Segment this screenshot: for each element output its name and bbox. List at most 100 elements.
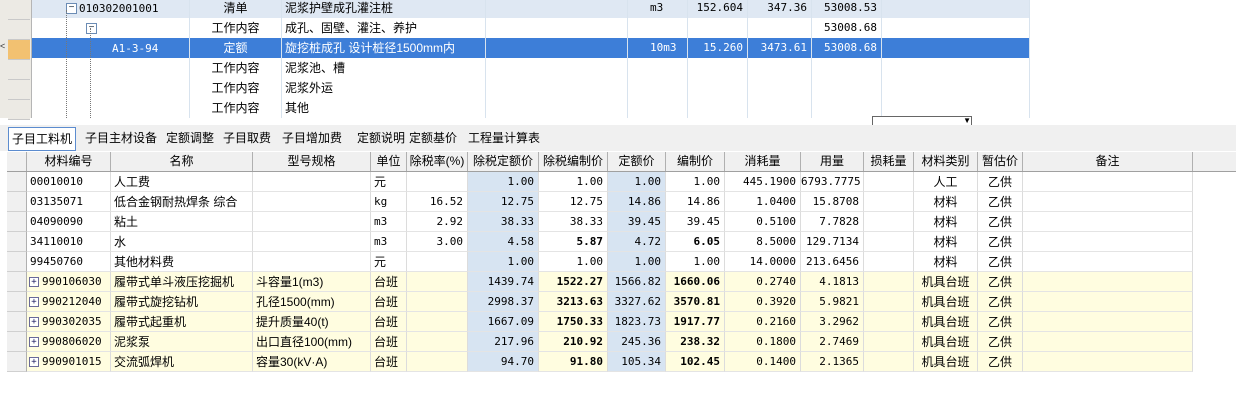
cell-bj[interactable]: 3570.81 bbox=[666, 292, 725, 312]
cell-xh[interactable]: 0.1800 bbox=[725, 332, 801, 352]
cell-bz[interactable] bbox=[1023, 272, 1193, 292]
column-header-cat[interactable]: 材料类别 bbox=[914, 152, 978, 171]
cell-name[interactable]: 人工费 bbox=[111, 172, 253, 192]
row-header[interactable] bbox=[7, 232, 27, 252]
expand-plus-icon[interactable]: + bbox=[29, 337, 39, 347]
cell-xh[interactable]: 445.1900 bbox=[725, 172, 801, 192]
cell-spec[interactable]: 容量30(kV·A) bbox=[253, 352, 371, 372]
cell-rate[interactable] bbox=[407, 352, 468, 372]
table-row[interactable]: +990212040 履带式旋挖钻机 孔径1500(mm) 台班 2998.37 3213… bbox=[7, 292, 1193, 312]
table-row[interactable]: 03135071 低合金钢耐热焊条 综合 kg 16.52 12.75 12.75 14.8… bbox=[7, 192, 1193, 212]
cell-bprice[interactable]: 91.80 bbox=[539, 352, 608, 372]
cell-unit[interactable]: 元 bbox=[371, 252, 407, 272]
column-header-bz[interactable]: 备注 bbox=[1023, 152, 1193, 171]
cell-zg[interactable]: 乙供 bbox=[978, 172, 1023, 192]
tab-2[interactable]: 子目主材设备 bbox=[82, 127, 160, 149]
cell-name[interactable]: 履带式单斗液压挖掘机 bbox=[111, 272, 253, 292]
cell-bz[interactable] bbox=[1023, 172, 1193, 192]
row-header[interactable] bbox=[7, 352, 27, 372]
cell-sh[interactable] bbox=[864, 212, 914, 232]
collapse-minus-icon[interactable]: − bbox=[86, 23, 97, 35]
cell-yl[interactable]: 129.7134 bbox=[801, 232, 864, 252]
cell-sh[interactable] bbox=[864, 332, 914, 352]
cell-code[interactable]: 04090090 bbox=[27, 212, 111, 232]
cell-yl[interactable]: 6793.7775 bbox=[801, 172, 864, 192]
cell-yl[interactable]: 2.1365 bbox=[801, 352, 864, 372]
cell-bz[interactable] bbox=[1023, 252, 1193, 272]
cell-cat[interactable]: 人工 bbox=[914, 172, 978, 192]
cell-bprice[interactable]: 1.00 bbox=[539, 252, 608, 272]
cell-cat[interactable]: 机具台班 bbox=[914, 312, 978, 332]
column-header-code[interactable]: 材料编号 bbox=[27, 152, 111, 171]
cell-spec[interactable] bbox=[253, 232, 371, 252]
cell-zg[interactable]: 乙供 bbox=[978, 212, 1023, 232]
cell-bj[interactable]: 1660.06 bbox=[666, 272, 725, 292]
table-row[interactable]: 34110010 水 m3 3.00 4.58 5.87 4.72 6.05 8.5000 129… bbox=[7, 232, 1193, 252]
cell-rate[interactable]: 16.52 bbox=[407, 192, 468, 212]
cell-xh[interactable]: 0.3920 bbox=[725, 292, 801, 312]
cell-spec[interactable]: 出口直径100(mm) bbox=[253, 332, 371, 352]
cell-rate[interactable] bbox=[407, 172, 468, 192]
table-row[interactable]: +990806020 泥浆泵 出口直径100(mm) 台班 217.96 210.92 24… bbox=[7, 332, 1193, 352]
row-header[interactable] bbox=[7, 272, 27, 292]
cell-dj[interactable]: 1.00 bbox=[608, 252, 666, 272]
cell-code[interactable]: +990901015 bbox=[27, 352, 111, 372]
cell-code[interactable]: +990302035 bbox=[27, 312, 111, 332]
cell-spec[interactable] bbox=[253, 192, 371, 212]
column-header-dprice[interactable]: 除税定额价 bbox=[468, 152, 539, 171]
cell-code[interactable]: +990212040 bbox=[27, 292, 111, 312]
cell-bz[interactable] bbox=[1023, 332, 1193, 352]
column-header-rate[interactable]: 除税率(%) bbox=[407, 152, 468, 171]
cell-name[interactable]: 低合金钢耐热焊条 综合 bbox=[111, 192, 253, 212]
column-header-dj[interactable]: 定额价 bbox=[608, 152, 666, 171]
row-header[interactable] bbox=[7, 212, 27, 232]
cell-code[interactable]: 34110010 bbox=[27, 232, 111, 252]
column-header-bprice[interactable]: 除税编制价 bbox=[539, 152, 608, 171]
row-header[interactable] bbox=[7, 312, 27, 332]
cell-spec[interactable]: 孔径1500(mm) bbox=[253, 292, 371, 312]
cell-yl[interactable]: 2.7469 bbox=[801, 332, 864, 352]
cell-dj[interactable]: 1.00 bbox=[608, 172, 666, 192]
cell-cat[interactable]: 机具台班 bbox=[914, 292, 978, 312]
tree-row[interactable]: − 工作内容 成孔、固壁、灌注、养护 53008.68 bbox=[32, 18, 1030, 38]
cell-sh[interactable] bbox=[864, 252, 914, 272]
expand-plus-icon[interactable]: + bbox=[29, 277, 39, 287]
cell-spec[interactable] bbox=[253, 212, 371, 232]
row-header[interactable] bbox=[8, 20, 30, 40]
column-header-unit[interactable]: 单位 bbox=[371, 152, 407, 171]
cell-sh[interactable] bbox=[864, 352, 914, 372]
row-header[interactable] bbox=[8, 0, 30, 20]
row-header[interactable] bbox=[7, 172, 27, 192]
cell-sh[interactable] bbox=[864, 172, 914, 192]
cell-bprice[interactable]: 3213.63 bbox=[539, 292, 608, 312]
tree-row[interactable]: −010302001001 清单 泥浆护壁成孔灌注桩 m3 152.604 347.36 5… bbox=[32, 0, 1030, 18]
table-row[interactable]: +990106030 履带式单斗液压挖掘机 斗容量1(m3) 台班 1439.74 152… bbox=[7, 272, 1193, 292]
column-header-zg[interactable]: 暂估价 bbox=[978, 152, 1023, 171]
column-header-sh[interactable]: 损耗量 bbox=[864, 152, 914, 171]
tree-row[interactable]: 工作内容 泥浆池、槽 bbox=[32, 58, 1030, 78]
cell-unit[interactable]: 元 bbox=[371, 172, 407, 192]
cell-bz[interactable] bbox=[1023, 292, 1193, 312]
table-row[interactable]: +990901015 交流弧焊机 容量30(kV·A) 台班 94.70 91.80 105… bbox=[7, 352, 1193, 372]
cell-rate[interactable]: 2.92 bbox=[407, 212, 468, 232]
cell-xh[interactable]: 0.1400 bbox=[725, 352, 801, 372]
row-header[interactable] bbox=[7, 292, 27, 312]
cell-zg[interactable]: 乙供 bbox=[978, 292, 1023, 312]
cell-bprice[interactable]: 1522.27 bbox=[539, 272, 608, 292]
cell-zg[interactable]: 乙供 bbox=[978, 332, 1023, 352]
cell-sh[interactable] bbox=[864, 312, 914, 332]
cell-name[interactable]: 履带式旋挖钻机 bbox=[111, 292, 253, 312]
cell-bj[interactable]: 102.45 bbox=[666, 352, 725, 372]
cell-dprice[interactable]: 1667.09 bbox=[468, 312, 539, 332]
cell-cat[interactable]: 材料 bbox=[914, 192, 978, 212]
cell-bz[interactable] bbox=[1023, 192, 1193, 212]
cell-dprice[interactable]: 217.96 bbox=[468, 332, 539, 352]
cell-unit[interactable]: 台班 bbox=[371, 332, 407, 352]
cell-bj[interactable]: 14.86 bbox=[666, 192, 725, 212]
table-row[interactable]: 04090090 粘土 m3 2.92 38.33 38.33 39.45 39.45 0.51… bbox=[7, 212, 1193, 232]
cell-bprice[interactable]: 5.87 bbox=[539, 232, 608, 252]
cell-code[interactable]: 03135071 bbox=[27, 192, 111, 212]
cell-spec[interactable] bbox=[253, 252, 371, 272]
cell-rate[interactable] bbox=[407, 312, 468, 332]
cell-dj[interactable]: 4.72 bbox=[608, 232, 666, 252]
